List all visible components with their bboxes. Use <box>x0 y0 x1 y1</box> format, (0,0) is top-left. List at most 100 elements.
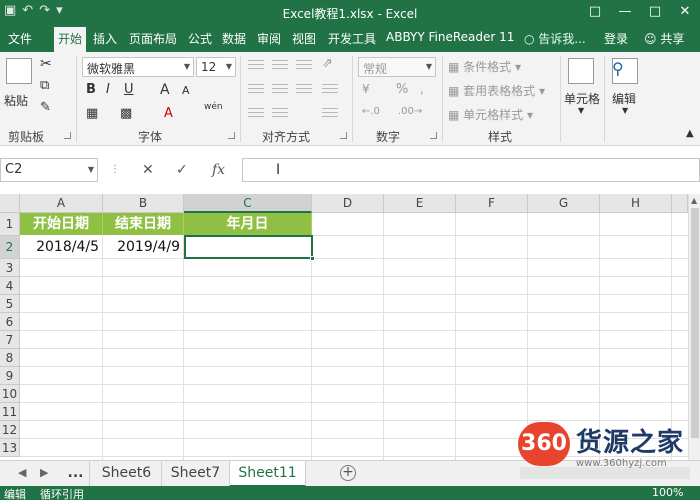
clipboard-launcher-icon[interactable] <box>64 132 71 139</box>
select-all-corner[interactable] <box>0 194 20 213</box>
table-cell[interactable]: 2018/4/5 <box>20 236 103 258</box>
scroll-right-icon[interactable]: ▶ <box>40 466 48 479</box>
row-header-2[interactable]: 2 <box>0 236 20 259</box>
table-cell[interactable]: 2019/4/9 <box>103 236 184 258</box>
sheet-tab-more[interactable]: ... <box>62 461 90 487</box>
align-top-icon[interactable] <box>248 60 264 72</box>
increase-indent-icon[interactable] <box>272 108 288 120</box>
scroll-left-icon[interactable]: ◀ <box>18 466 26 479</box>
tab-abbyy[interactable]: ABBYY FineReader 11 <box>386 30 514 44</box>
font-grow-button[interactable]: A <box>160 82 170 98</box>
row-header-4[interactable]: 4 <box>0 277 20 295</box>
decrease-indent-icon[interactable] <box>248 108 264 120</box>
column-header-h[interactable]: H <box>600 194 672 213</box>
row-header-6[interactable]: 6 <box>0 313 20 331</box>
add-sheet-icon[interactable]: + <box>340 465 356 481</box>
active-cell-selection[interactable] <box>184 235 313 259</box>
tab-developer[interactable]: 开发工具 <box>328 30 376 47</box>
name-box[interactable]: C2 ▼ <box>0 158 98 182</box>
scroll-thumb[interactable] <box>691 208 699 438</box>
zoom-level[interactable]: 100% <box>652 486 683 499</box>
table-header-cell[interactable]: 年月日 <box>184 213 312 235</box>
enter-formula-button[interactable]: ✓ <box>176 162 188 178</box>
copy-icon[interactable]: ⧉ <box>40 78 49 93</box>
font-launcher-icon[interactable] <box>228 132 235 139</box>
increase-decimal-icon[interactable]: ←.0 <box>362 106 380 117</box>
row-header-3[interactable]: 3 <box>0 259 20 277</box>
number-launcher-icon[interactable] <box>430 132 437 139</box>
column-header-partial[interactable] <box>672 194 688 213</box>
close-icon[interactable]: ✕ <box>670 0 700 26</box>
italic-button[interactable]: I <box>106 82 110 97</box>
row-header-5[interactable]: 5 <box>0 295 20 313</box>
align-right-icon[interactable] <box>296 84 312 96</box>
row-header-9[interactable]: 9 <box>0 367 20 385</box>
fill-handle[interactable] <box>310 256 315 261</box>
tab-review[interactable]: 审阅 <box>257 30 281 47</box>
formula-input[interactable] <box>242 158 700 182</box>
underline-button[interactable]: U <box>124 82 134 97</box>
tab-data[interactable]: 数据 <box>222 30 246 47</box>
font-name-select[interactable]: 微软雅黑 ▼ <box>82 57 194 77</box>
cancel-formula-button[interactable]: ✕ <box>142 162 154 178</box>
bold-button[interactable]: B <box>86 82 96 97</box>
row-header-7[interactable]: 7 <box>0 331 20 349</box>
cell-styles-button[interactable]: ▦ 单元格样式 ▾ <box>448 106 533 123</box>
column-header-a[interactable]: A <box>20 194 103 213</box>
row-header-11[interactable]: 11 <box>0 403 20 421</box>
ribbon-display-icon[interactable]: □ <box>580 0 610 26</box>
border-icon[interactable]: ▦ <box>86 106 98 121</box>
tab-home[interactable]: 开始 <box>54 27 87 52</box>
cells-icon[interactable] <box>568 58 594 84</box>
sheet-tab-sheet7[interactable]: Sheet7 <box>162 461 230 487</box>
share-button[interactable]: ☺ 共享 <box>644 30 684 47</box>
font-shrink-button[interactable]: A <box>182 84 190 97</box>
tab-view[interactable]: 视图 <box>292 30 316 47</box>
tab-file[interactable]: 文件 <box>8 30 32 47</box>
column-header-g[interactable]: G <box>528 194 600 213</box>
column-header-e[interactable]: E <box>384 194 456 213</box>
orientation-icon[interactable]: ⇗ <box>322 56 333 71</box>
tell-me-search[interactable]: ○ 告诉我... <box>524 30 586 47</box>
cut-icon[interactable]: ✂ <box>40 56 52 72</box>
paste-button[interactable]: 粘贴 <box>4 92 28 109</box>
column-header-d[interactable]: D <box>312 194 384 213</box>
decrease-decimal-icon[interactable]: .00→ <box>398 106 422 117</box>
row-header-1[interactable]: 1 <box>0 213 20 236</box>
conditional-format-button[interactable]: ▦ 条件格式 ▾ <box>448 58 521 75</box>
font-color-icon[interactable]: A <box>164 106 173 121</box>
editing-button[interactable]: 编辑 <box>612 90 636 107</box>
font-size-select[interactable]: 12 ▼ <box>196 57 236 77</box>
chevron-down-icon[interactable]: ▼ <box>578 106 584 115</box>
format-painter-icon[interactable]: ✎ <box>40 100 51 115</box>
table-header-cell[interactable]: 结束日期 <box>103 213 184 235</box>
wrap-text-icon[interactable] <box>322 84 338 96</box>
comma-icon[interactable]: , <box>420 82 424 96</box>
alignment-launcher-icon[interactable] <box>340 132 347 139</box>
tab-insert[interactable]: 插入 <box>93 30 117 47</box>
login-button[interactable]: 登录 <box>604 30 628 47</box>
scroll-up-icon[interactable]: ▲ <box>691 196 697 205</box>
align-middle-icon[interactable] <box>272 60 288 72</box>
fill-color-icon[interactable]: ▩ <box>120 106 132 121</box>
column-header-c[interactable]: C <box>184 194 312 213</box>
tab-formulas[interactable]: 公式 <box>188 30 212 47</box>
row-header-10[interactable]: 10 <box>0 385 20 403</box>
maximize-icon[interactable]: □ <box>640 0 670 26</box>
row-header-12[interactable]: 12 <box>0 421 20 439</box>
currency-icon[interactable]: ¥ <box>362 82 370 96</box>
cells-button[interactable]: 单元格 <box>564 90 600 107</box>
align-center-icon[interactable] <box>272 84 288 96</box>
number-format-select[interactable]: 常规 ▼ <box>358 57 436 77</box>
row-header-13[interactable]: 13 <box>0 439 20 457</box>
phonetic-button[interactable]: wén <box>204 102 223 112</box>
format-as-table-button[interactable]: ▦ 套用表格格式 ▾ <box>448 82 545 99</box>
tab-page-layout[interactable]: 页面布局 <box>129 30 177 47</box>
table-header-cell[interactable]: 开始日期 <box>20 213 103 235</box>
align-bottom-icon[interactable] <box>296 60 312 72</box>
column-header-f[interactable]: F <box>456 194 528 213</box>
chevron-down-icon[interactable]: ▼ <box>622 106 628 115</box>
sheet-tab-sheet6[interactable]: Sheet6 <box>92 461 162 487</box>
percent-button[interactable]: % <box>396 82 408 97</box>
column-header-b[interactable]: B <box>103 194 184 213</box>
